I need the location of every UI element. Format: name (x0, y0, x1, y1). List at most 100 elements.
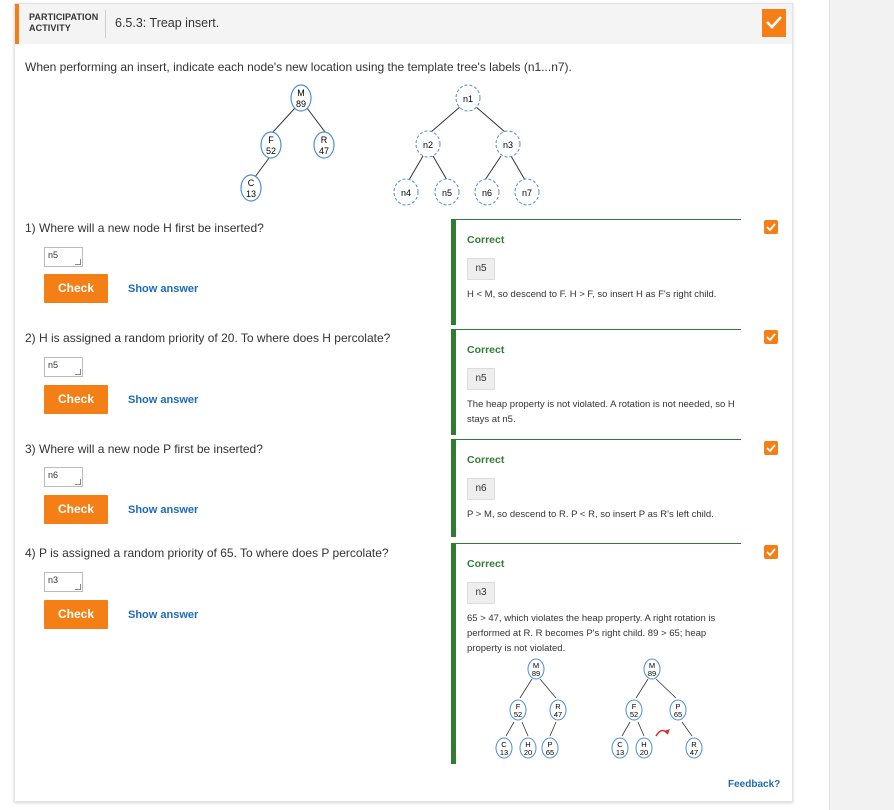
svg-text:52: 52 (514, 710, 522, 719)
svg-text:13: 13 (246, 189, 256, 199)
tree-node: M 89 (290, 84, 312, 112)
instructions: When performing an insert, indicate each… (25, 60, 572, 74)
svg-text:n7: n7 (522, 188, 532, 198)
svg-text:n6: n6 (482, 188, 492, 198)
svg-text:65: 65 (674, 710, 682, 719)
participation-activity-card: PARTICIPATION ACTIVITY 6.5.3: Treap inse… (14, 3, 793, 802)
checkmark-icon (766, 16, 782, 29)
svg-text:47: 47 (554, 710, 562, 719)
svg-text:n3: n3 (503, 140, 513, 150)
question-3-complete-icon (764, 441, 778, 455)
template-node-n3: n3 (495, 130, 521, 158)
question-4-show-answer-link[interactable]: Show answer (128, 609, 198, 621)
question-1-answer-input[interactable]: n5 (44, 247, 83, 267)
question-4-text: 4) P is assigned a random priority of 65… (25, 546, 389, 560)
feedback-tree-before: M 89 F 52 R 47 C 13 H 20 P 65 (495, 658, 567, 759)
participation-activity-label: PARTICIPATION ACTIVITY (29, 12, 98, 34)
pa-label-line2: ACTIVITY (29, 23, 71, 33)
svg-text:n4: n4 (401, 188, 411, 198)
question-4-check-button[interactable]: Check (44, 600, 108, 629)
question-1-check-button[interactable]: Check (44, 274, 108, 303)
question-3-show-answer-link[interactable]: Show answer (128, 504, 198, 516)
svg-text:89: 89 (648, 669, 656, 678)
svg-text:89: 89 (296, 99, 306, 109)
svg-text:n5: n5 (442, 188, 452, 198)
svg-text:47: 47 (690, 748, 698, 757)
svg-text:20: 20 (640, 748, 648, 757)
tree-node: C 13 (611, 737, 629, 759)
feedback-tree-after: M 89 F 52 P 65 C 13 H 20 R 47 (611, 658, 703, 759)
question-2-check-button[interactable]: Check (44, 385, 108, 414)
template-node-n1: n1 (455, 84, 481, 112)
activity-header: PARTICIPATION ACTIVITY 6.5.3: Treap inse… (15, 4, 792, 44)
template-node-n4: n4 (393, 178, 419, 206)
template-node-n6: n6 (474, 178, 500, 206)
svg-text:13: 13 (616, 748, 624, 757)
feedback-explanation: P > M, so descend to R. P < R, so insert… (467, 509, 714, 520)
question-prompt: Where will a new node P first be inserte… (39, 442, 263, 456)
svg-text:F: F (268, 135, 274, 145)
svg-text:13: 13 (500, 748, 508, 757)
tree-node: F 52 (260, 131, 282, 159)
feedback-explanation: The heap property is not violated. A rot… (467, 399, 735, 425)
question-1-feedback: Correct n5 H < M, so descend to F. H > F… (451, 219, 741, 325)
question-4-complete-icon (764, 545, 778, 559)
question-1-show-answer-link[interactable]: Show answer (128, 283, 198, 295)
feedback-status: Correct (467, 234, 505, 246)
tree-node: C 13 (495, 737, 513, 759)
page-gutter (829, 0, 894, 810)
pa-label-line1: PARTICIPATION (29, 12, 99, 22)
question-3-answer-input[interactable]: n6 (44, 467, 83, 487)
svg-text:M: M (297, 88, 305, 98)
tree-node: M 89 (643, 658, 661, 680)
question-number: 1) (25, 221, 36, 235)
feedback-answer: n5 (467, 368, 495, 390)
svg-text:47: 47 (319, 146, 329, 156)
question-1-complete-icon (764, 220, 778, 234)
template-node-n2: n2 (415, 130, 441, 158)
question-3-text: 3) Where will a new node P first be inse… (25, 442, 263, 456)
question-4-feedback: Correct n3 65 > 47, which violates the h… (451, 543, 741, 764)
feedback-link[interactable]: Feedback? (728, 779, 780, 790)
question-prompt: Where will a new node H first be inserte… (39, 221, 264, 235)
tree-node: F 52 (509, 699, 527, 721)
tree-node: H 20 (635, 737, 653, 759)
feedback-answer: n5 (467, 258, 495, 280)
svg-text:C: C (248, 178, 255, 188)
example-treap: M 89 F 52 R 47 C 13 (240, 84, 335, 202)
completion-badge (762, 9, 786, 37)
feedback-explanation: 65 > 47, which violates the heap propert… (467, 613, 716, 654)
svg-text:65: 65 (546, 748, 554, 757)
tree-node: P 65 (669, 699, 687, 721)
question-2-text: 2) H is assigned a random priority of 20… (25, 331, 390, 345)
svg-text:n1: n1 (463, 94, 473, 104)
feedback-answer: n6 (467, 478, 495, 500)
svg-text:R: R (321, 135, 328, 145)
tree-node: C 13 (240, 174, 262, 202)
svg-text:52: 52 (266, 146, 276, 156)
feedback-status: Correct (467, 344, 505, 356)
question-3-feedback: Correct n6 P > M, so descend to R. P < R… (451, 439, 741, 537)
question-number: 4) (25, 546, 36, 560)
question-2-answer-input[interactable]: n5 (44, 357, 83, 377)
svg-text:20: 20 (524, 748, 532, 757)
question-prompt: P is assigned a random priority of 65. T… (39, 546, 389, 560)
question-prompt: H is assigned a random priority of 20. T… (39, 331, 391, 345)
question-2-complete-icon (764, 330, 778, 344)
feedback-explanation: H < M, so descend to F. H > F, so insert… (467, 289, 717, 300)
question-4-answer-input[interactable]: n3 (44, 572, 83, 592)
svg-text:52: 52 (630, 710, 638, 719)
tree-node: F 52 (625, 699, 643, 721)
tree-node: M 89 (527, 658, 545, 680)
template-node-n7: n7 (514, 178, 540, 206)
tree-node: R 47 (313, 131, 335, 159)
tree-node: H 20 (519, 737, 537, 759)
question-number: 2) (25, 331, 36, 345)
question-2-feedback: Correct n5 The heap property is not viol… (451, 329, 741, 435)
question-2-show-answer-link[interactable]: Show answer (128, 394, 198, 406)
question-3-check-button[interactable]: Check (44, 495, 108, 524)
question-number: 3) (25, 442, 36, 456)
question-1-text: 1) Where will a new node H first be inse… (25, 221, 264, 235)
svg-text:n2: n2 (423, 140, 433, 150)
svg-text:89: 89 (532, 669, 540, 678)
